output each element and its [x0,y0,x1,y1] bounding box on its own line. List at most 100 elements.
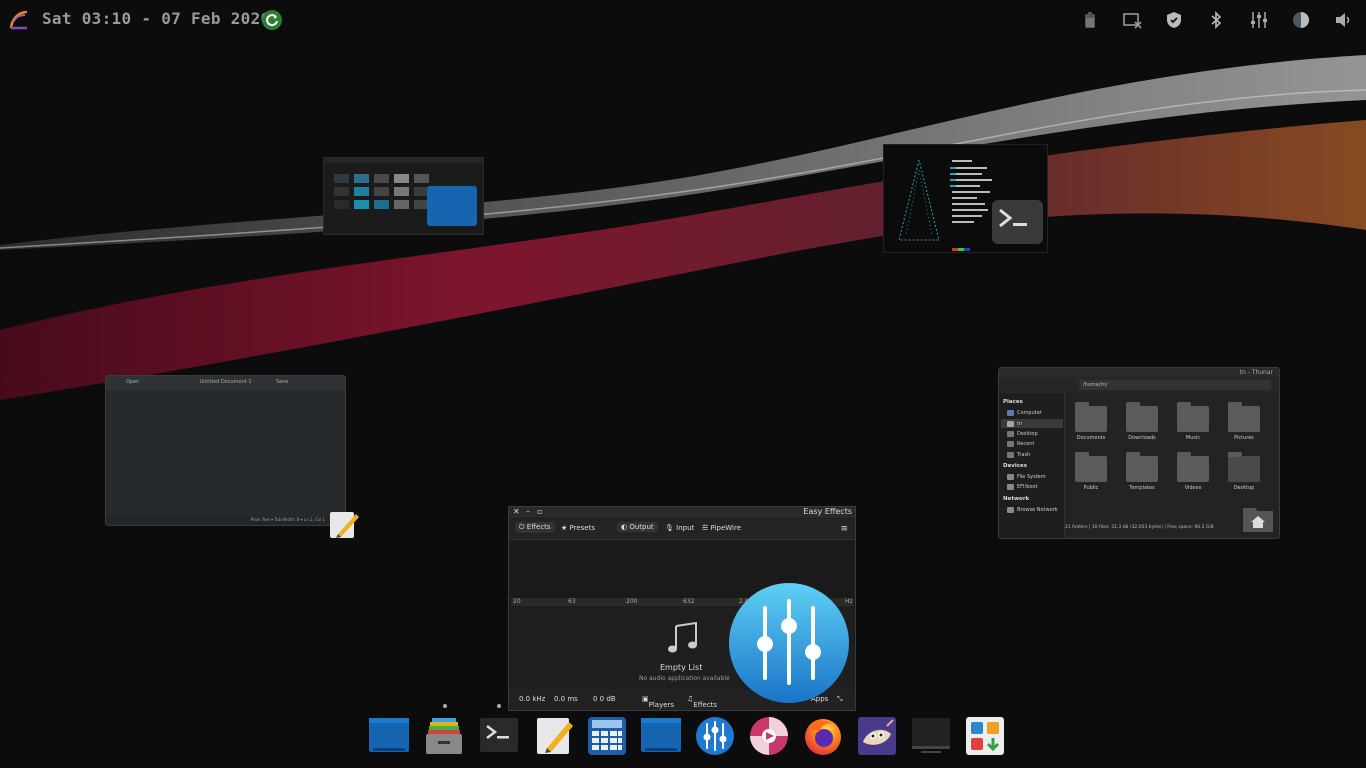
thumbnail [354,174,369,183]
effects-button[interactable]: ♫ Effects [687,695,717,709]
trash-icon [1007,452,1014,458]
empty-list-title: Empty List [660,663,703,672]
titlebar [999,368,1279,377]
close-icon[interactable]: ✕ [513,507,520,516]
file-cabinet-icon [426,718,462,754]
running-indicator [443,704,447,708]
folder-icon[interactable] [1126,452,1158,482]
update-available-icon[interactable] [261,9,283,31]
shield-icon[interactable] [1164,10,1184,30]
tab-output[interactable]: ◐ Output [617,522,658,532]
tab-label: Presets [569,524,595,532]
folder-icon[interactable] [1228,452,1260,482]
window-thumbnail-file-manager[interactable]: tn - Thunar /home/tn/ Places Computer tn… [998,367,1280,539]
tab-label: Effects [526,523,551,531]
computer-icon [1007,410,1014,416]
sidebar-item-computer[interactable]: Computer [1017,410,1042,416]
dock-gimp[interactable] [857,716,897,756]
sidebar-item-trash[interactable]: Trash [1017,452,1030,458]
equalizer-icon[interactable] [1249,10,1269,30]
sidebar-section-network: Network [1003,496,1030,502]
calculator-icon [588,717,626,755]
status-bar: 21 folders | 10 files: 31.3 kB (32,053 b… [1065,525,1214,530]
dock-screen[interactable] [911,716,951,756]
volume-icon[interactable] [1333,10,1353,30]
endeavouros-logo-icon[interactable] [8,9,30,31]
tab-effects[interactable]: ⏻ Effects [515,522,555,533]
desktop-icon [1007,431,1014,437]
sidebar-item-home[interactable]: tn [1017,421,1022,427]
titlebar: ✕ – ▫ Easy Effects [509,507,855,518]
home-folder-icon [1241,502,1275,534]
folder-icon[interactable] [1075,452,1107,482]
sidebar-item-recent[interactable]: Recent [1017,441,1034,447]
level: 0 0 dB [593,695,616,703]
text-editor-icon [537,718,573,754]
folder-icon[interactable] [1228,402,1260,432]
dock-easyeffects[interactable] [695,716,735,756]
dock-terminal[interactable] [479,716,519,756]
battery-icon[interactable] [1080,10,1100,30]
thumbnail [334,187,349,196]
window-thumbnail-text-editor[interactable]: Open Untitled Document 1 Save Plain Text… [105,375,346,526]
save-button[interactable]: Save [276,379,288,385]
sidebar-item-browse-network[interactable]: Browse Network [1017,507,1058,513]
window-title: Untitled Document 1 [199,379,252,385]
dock-firefox[interactable] [803,716,843,756]
tab-input[interactable]: 🎙 Input [665,524,694,532]
folder-label: Pictures [1234,435,1254,441]
folder-icon[interactable] [1177,452,1209,482]
desktop-icon [369,718,409,752]
folder-icon[interactable] [1126,402,1158,432]
dock-media-player[interactable] [749,716,789,756]
thumbnail [354,200,369,209]
thumbnail [354,187,369,196]
easyeffects-app-icon [729,583,849,703]
brightness-icon[interactable] [1291,10,1311,30]
screenshot-icon[interactable] [1122,10,1142,30]
minimize-icon[interactable]: – [526,507,530,516]
running-indicator [497,704,501,708]
desktop-icon [427,186,477,226]
media-player-icon [750,717,788,755]
dock-text-editor[interactable] [535,716,575,756]
network-icon [1007,507,1014,513]
freq-label: 632 [683,598,695,605]
window-thumbnail-image-viewer[interactable] [323,157,484,235]
equalizer-icon [696,717,734,755]
folder-icon[interactable] [1177,402,1209,432]
thumbnail [394,174,409,183]
tab-pipewire[interactable]: ☰ PipeWire [702,524,741,532]
path-bar[interactable]: /home/tn/ [1079,380,1271,390]
dock-files[interactable] [424,716,464,756]
dock-software[interactable] [965,716,1005,756]
thumbnail [394,200,409,209]
sidebar-item-desktop[interactable]: Desktop [1017,431,1038,437]
terminal-icon [480,718,518,752]
dock-desktop-2[interactable] [641,716,681,756]
hamburger-menu-icon[interactable]: ≡ [840,524,848,534]
display-icon [912,718,950,753]
sidebar-item-efi[interactable]: EFI/boot [1017,484,1037,490]
folder-label: Templates [1129,485,1155,491]
clock[interactable]: Sat 03:10 - 07 Feb 2026 [42,9,270,28]
text-editor-icon [328,508,361,541]
empty-list-subtitle: No audio application available [639,675,730,682]
effects-label: Effects [693,701,718,709]
gimp-icon [858,717,896,755]
bluetooth-icon[interactable] [1206,10,1226,30]
dock-desktop-blue[interactable] [369,716,409,756]
folder-icon[interactable] [1075,402,1107,432]
window-title: tn - Thunar [1239,369,1273,376]
maximize-icon[interactable]: ▫ [537,507,542,516]
thumbnail [374,174,389,183]
drive-icon [1007,484,1014,490]
tab-presets[interactable]: ★ Presets [561,524,595,532]
players-button[interactable]: ▣ Players [642,695,674,709]
freq-label: 20 [513,598,521,605]
dock-calculator[interactable] [587,716,627,756]
tab-label: Output [629,523,654,531]
sidebar-item-filesystem[interactable]: File System [1017,474,1046,480]
software-store-icon [966,717,1004,755]
tab-label: Input [676,524,695,532]
